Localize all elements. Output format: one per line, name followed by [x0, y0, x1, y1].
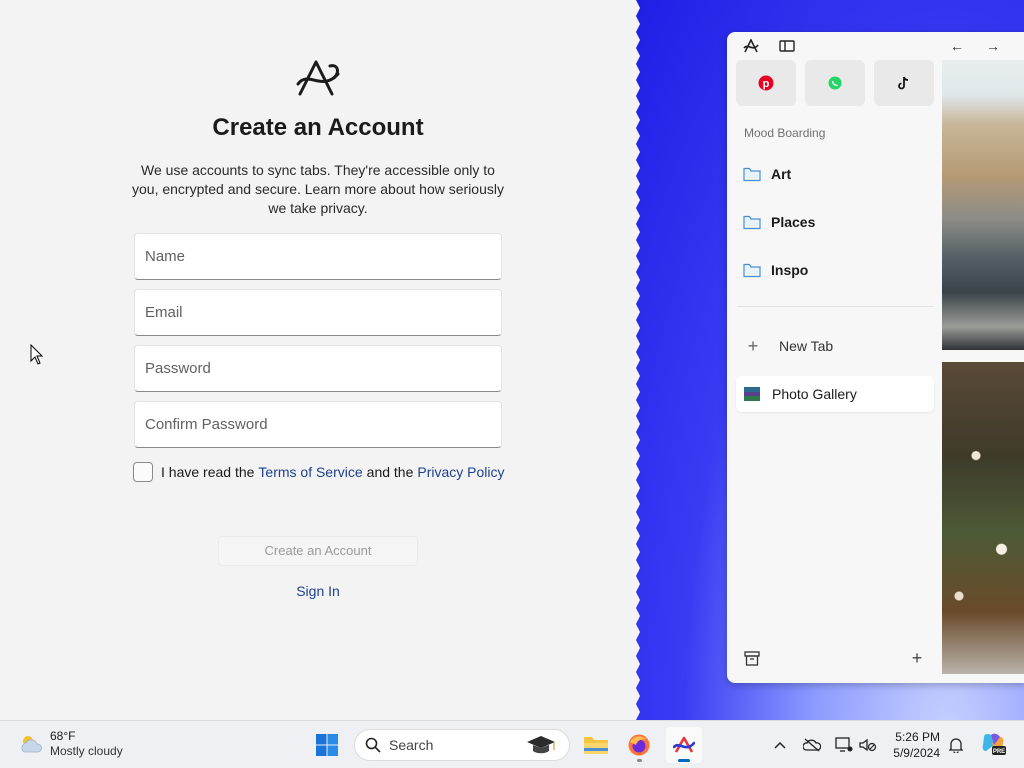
favorite-whatsapp[interactable] — [805, 60, 865, 106]
archive-icon[interactable] — [743, 649, 761, 667]
running-indicator — [637, 759, 642, 762]
folder-label: Inspo — [771, 262, 809, 278]
volume-muted-icon[interactable] — [858, 735, 878, 755]
email-input[interactable] — [135, 290, 501, 335]
email-field[interactable] — [134, 289, 502, 336]
add-space-icon[interactable]: + — [908, 648, 926, 668]
page-title: Create an Account — [212, 114, 424, 141]
arc-browser-icon — [673, 736, 695, 753]
copilot-badge: PRE — [993, 749, 1005, 755]
system-clock[interactable]: 5:26 PM 5/9/2024 — [886, 729, 940, 761]
taskbar-file-explorer[interactable] — [578, 727, 614, 763]
terms-checkbox[interactable] — [133, 462, 153, 482]
taskbar: 68°F Mostly cloudy Search 5:26 PM 5/9/20… — [0, 720, 1024, 768]
graduation-cap-icon — [527, 736, 555, 754]
back-arrow-icon[interactable]: ← — [949, 38, 965, 54]
firefox-icon — [628, 734, 650, 756]
torn-edge-divider — [630, 0, 640, 720]
agree-middle: and the — [366, 464, 414, 480]
torn-edge-shape — [630, 0, 640, 720]
tab-photo-gallery[interactable]: Photo Gallery — [736, 376, 934, 412]
terms-of-service-link[interactable]: Terms of Service — [258, 464, 362, 480]
photo-gallery-favicon-icon — [744, 387, 760, 401]
name-field[interactable] — [134, 233, 502, 280]
folder-inspo[interactable]: Inspo — [735, 250, 935, 290]
arc-menu-icon[interactable] — [743, 38, 759, 54]
folder-label: Art — [771, 166, 792, 182]
confirm-password-field[interactable] — [134, 401, 502, 448]
mouse-cursor-icon — [30, 344, 44, 365]
browser-window: ← → p Mood Boarding Art Places Inspo + N… — [727, 32, 1024, 683]
password-input[interactable] — [135, 346, 501, 391]
terms-agreement: I have read the Terms of Service and the… — [133, 462, 509, 482]
tiktok-icon — [898, 76, 909, 90]
create-account-button[interactable]: Create an Account — [218, 536, 418, 566]
sidebar-divider — [737, 306, 933, 307]
file-explorer-icon — [584, 737, 608, 754]
new-tab-button[interactable]: + New Tab — [735, 330, 935, 362]
folder-art[interactable]: Art — [735, 154, 935, 194]
agree-prefix: I have read the — [161, 464, 255, 480]
active-indicator — [678, 759, 690, 762]
lights-photo — [942, 362, 1024, 674]
notification-bell-icon[interactable] — [946, 735, 966, 755]
aerial-beach-photo — [942, 60, 1024, 350]
browser-topbar: ← → — [727, 32, 1024, 60]
weather-widget[interactable]: 68°F Mostly cloudy — [18, 729, 123, 759]
folder-label: Places — [771, 214, 816, 230]
tab-label: Photo Gallery — [772, 386, 857, 402]
name-input[interactable] — [135, 234, 501, 279]
whatsapp-icon — [828, 76, 842, 90]
onedrive-offline-icon[interactable] — [802, 735, 822, 755]
photo-gap — [942, 350, 1024, 362]
favorite-pinterest[interactable]: p — [736, 60, 796, 106]
folder-icon — [743, 215, 761, 229]
plus-icon: + — [747, 335, 759, 356]
taskbar-firefox[interactable] — [621, 727, 657, 763]
search-label: Search — [389, 737, 434, 753]
weather-condition: Mostly cloudy — [50, 744, 123, 758]
display-network-icon[interactable] — [834, 735, 854, 755]
taskbar-arc-browser[interactable] — [666, 727, 702, 763]
confirm-password-input[interactable] — [135, 402, 501, 447]
sign-in-link[interactable]: Sign In — [0, 583, 636, 599]
privacy-description: We use accounts to sync tabs. They're ac… — [132, 162, 504, 216]
clock-time: 5:26 PM — [895, 730, 940, 744]
folder-places[interactable]: Places — [735, 202, 935, 242]
clock-date: 5/9/2024 — [893, 746, 940, 760]
arc-logo-icon — [296, 60, 340, 96]
search-icon — [365, 737, 381, 753]
forward-arrow-icon[interactable]: → — [985, 38, 1001, 54]
folder-icon — [743, 167, 761, 181]
weather-temperature: 68°F — [50, 729, 76, 743]
signup-panel: Create an Account We use accounts to syn… — [0, 0, 636, 720]
privacy-policy-link[interactable]: Privacy Policy — [417, 464, 504, 480]
taskbar-search[interactable]: Search — [354, 729, 570, 761]
pinterest-icon: p — [758, 75, 774, 91]
cloudy-weather-icon — [21, 736, 42, 753]
folder-icon — [743, 263, 761, 277]
new-tab-label: New Tab — [779, 338, 834, 354]
password-field[interactable] — [134, 345, 502, 392]
favorite-tiktok[interactable] — [874, 60, 934, 106]
svg-text:p: p — [763, 78, 770, 90]
sidebar-toggle-icon[interactable] — [779, 38, 795, 54]
copilot-icon[interactable]: PRE — [980, 731, 1006, 757]
windows-start-icon[interactable] — [315, 733, 339, 757]
space-title: Mood Boarding — [744, 126, 826, 140]
show-hidden-icons-chevron-icon[interactable] — [770, 735, 790, 755]
